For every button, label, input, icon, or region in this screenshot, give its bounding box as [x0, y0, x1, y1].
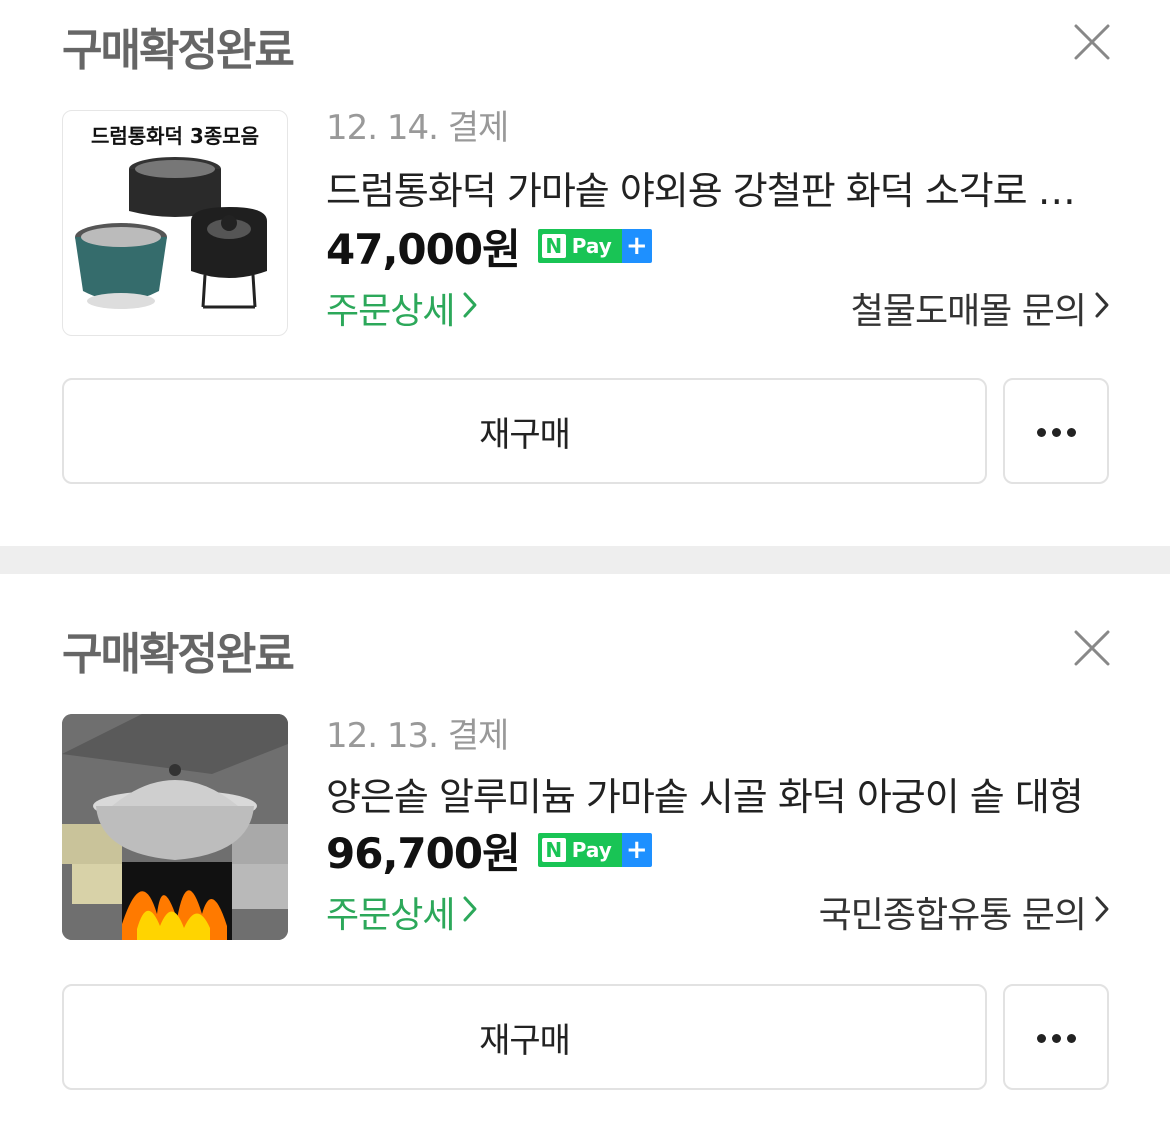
chevron-right-icon [462, 892, 478, 933]
order-status: 구매확정완료 [62, 25, 295, 76]
npay-badge: N Pay + [537, 833, 652, 867]
price-row: 47,000원 N Pay + [326, 220, 652, 274]
close-icon[interactable] [1070, 626, 1114, 670]
npay-logo: N [541, 838, 566, 862]
product-thumbnail[interactable]: 드럼통화덕 3종모음 [62, 110, 288, 336]
order-card: 구매확정완료 드럼통화덕 3종모음 12. 14. 결제 드럼통화덕 가마솥 야… [0, 0, 1170, 546]
order-card: 구매확정완료 12. 13. 결제 양은솥 알루미늄 가마솥 시골 화덕 아궁이… [0, 574, 1170, 1130]
price-row: 96,700원 N Pay + [326, 824, 652, 878]
chevron-right-icon [462, 288, 478, 329]
more-dots-icon [1034, 422, 1079, 441]
seller-inquiry-label: 국민종합유통 문의 [818, 895, 1087, 936]
rebuy-button[interactable]: 재구매 [62, 378, 987, 484]
rebuy-button[interactable]: 재구매 [62, 984, 987, 1090]
thumbnail-caption: 드럼통화덕 3종모음 [91, 124, 259, 148]
more-options-button[interactable] [1003, 984, 1109, 1090]
order-detail-link[interactable]: 주문상세 [326, 282, 478, 334]
section-divider [0, 546, 1170, 574]
product-title[interactable]: 드럼통화덕 가마솥 야외용 강철판 화덕 소각로 3종모음 [326, 160, 1096, 215]
product-thumbnail[interactable] [62, 714, 288, 940]
more-options-button[interactable] [1003, 378, 1109, 484]
more-dots-icon [1034, 1028, 1079, 1047]
chevron-right-icon [1094, 288, 1110, 329]
order-detail-label: 주문상세 [326, 895, 455, 936]
payment-date: 12. 13. 결제 [326, 716, 509, 756]
chevron-right-icon [1094, 892, 1110, 933]
product-title[interactable]: 양은솥 알루미늄 가마솥 시골 화덕 아궁이 솥 대형 [326, 766, 1096, 821]
payment-date: 12. 14. 결제 [326, 108, 509, 148]
npay-badge: N Pay + [537, 229, 652, 263]
npay-logo: N [541, 234, 566, 258]
product-price: 96,700원 [326, 828, 521, 878]
seller-inquiry-label: 철물도매몰 문의 [850, 291, 1087, 332]
close-icon[interactable] [1070, 20, 1114, 64]
seller-inquiry-link[interactable]: 철물도매몰 문의 [851, 282, 1110, 334]
seller-inquiry-link[interactable]: 국민종합유통 문의 [819, 886, 1110, 938]
order-status: 구매확정완료 [62, 629, 295, 680]
plus-icon: + [621, 229, 652, 263]
order-detail-label: 주문상세 [326, 291, 455, 332]
product-price: 47,000원 [326, 224, 521, 274]
order-detail-link[interactable]: 주문상세 [326, 886, 478, 938]
plus-icon: + [621, 833, 652, 867]
